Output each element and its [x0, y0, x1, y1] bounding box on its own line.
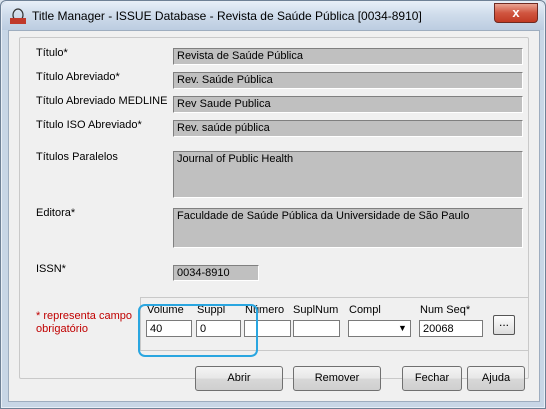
- ellipsis-icon: ...: [498, 315, 509, 329]
- editora-field[interactable]: Faculdade de Saúde Pública da Universida…: [173, 208, 523, 248]
- suplnum-label: SuplNum: [293, 304, 339, 316]
- close-button[interactable]: x: [494, 3, 538, 23]
- titulo-medline-label: Título Abreviado MEDLINE: [36, 95, 168, 107]
- titulo-abreviado-field[interactable]: Rev. Saúde Pública: [173, 72, 523, 89]
- titulos-paralelos-label: Títulos Paralelos: [36, 151, 118, 163]
- compl-select[interactable]: ▼: [348, 320, 411, 337]
- abrir-button[interactable]: Abrir: [195, 366, 283, 391]
- required-fields-note: * representa campo obrigatório: [36, 310, 132, 335]
- volume-suppl-highlight: [138, 304, 258, 357]
- window-title: Title Manager - ISSUE Database - Revista…: [32, 9, 422, 23]
- titulos-paralelos-field[interactable]: Journal of Public Health: [173, 151, 523, 198]
- titulo-medline-field[interactable]: Rev Saude Publica: [173, 96, 523, 113]
- suplnum-input[interactable]: [293, 320, 340, 337]
- editora-label: Editora*: [36, 207, 76, 219]
- titulo-field[interactable]: Revista de Saúde Pública: [173, 48, 523, 65]
- remover-button[interactable]: Remover: [293, 366, 381, 391]
- compl-label: Compl: [349, 304, 381, 316]
- app-logo-icon: [10, 8, 26, 24]
- titulo-iso-field[interactable]: Rev. saúde pública: [173, 120, 523, 137]
- dialog-body: Título* Revista de Saúde Pública Título …: [8, 30, 540, 402]
- chevron-down-icon[interactable]: ▼: [396, 322, 409, 335]
- app-window: Title Manager - ISSUE Database - Revista…: [0, 0, 546, 409]
- title-bar: Title Manager - ISSUE Database - Revista…: [2, 2, 544, 30]
- ajuda-button[interactable]: Ajuda: [467, 366, 525, 391]
- browse-issues-button[interactable]: ...: [493, 315, 515, 335]
- titulo-iso-label: Título ISO Abreviado*: [36, 119, 142, 131]
- fechar-button[interactable]: Fechar: [402, 366, 462, 391]
- num-seq-input[interactable]: [419, 320, 483, 337]
- issn-field[interactable]: 0034-8910: [173, 265, 259, 281]
- title-groupbox: Título* Revista de Saúde Pública Título …: [19, 37, 529, 379]
- close-icon: x: [512, 5, 520, 20]
- issn-label: ISSN*: [36, 263, 66, 275]
- titulo-label: Título*: [36, 47, 68, 59]
- num-seq-label: Num Seq*: [420, 304, 471, 316]
- titulo-abreviado-label: Título Abreviado*: [36, 71, 120, 83]
